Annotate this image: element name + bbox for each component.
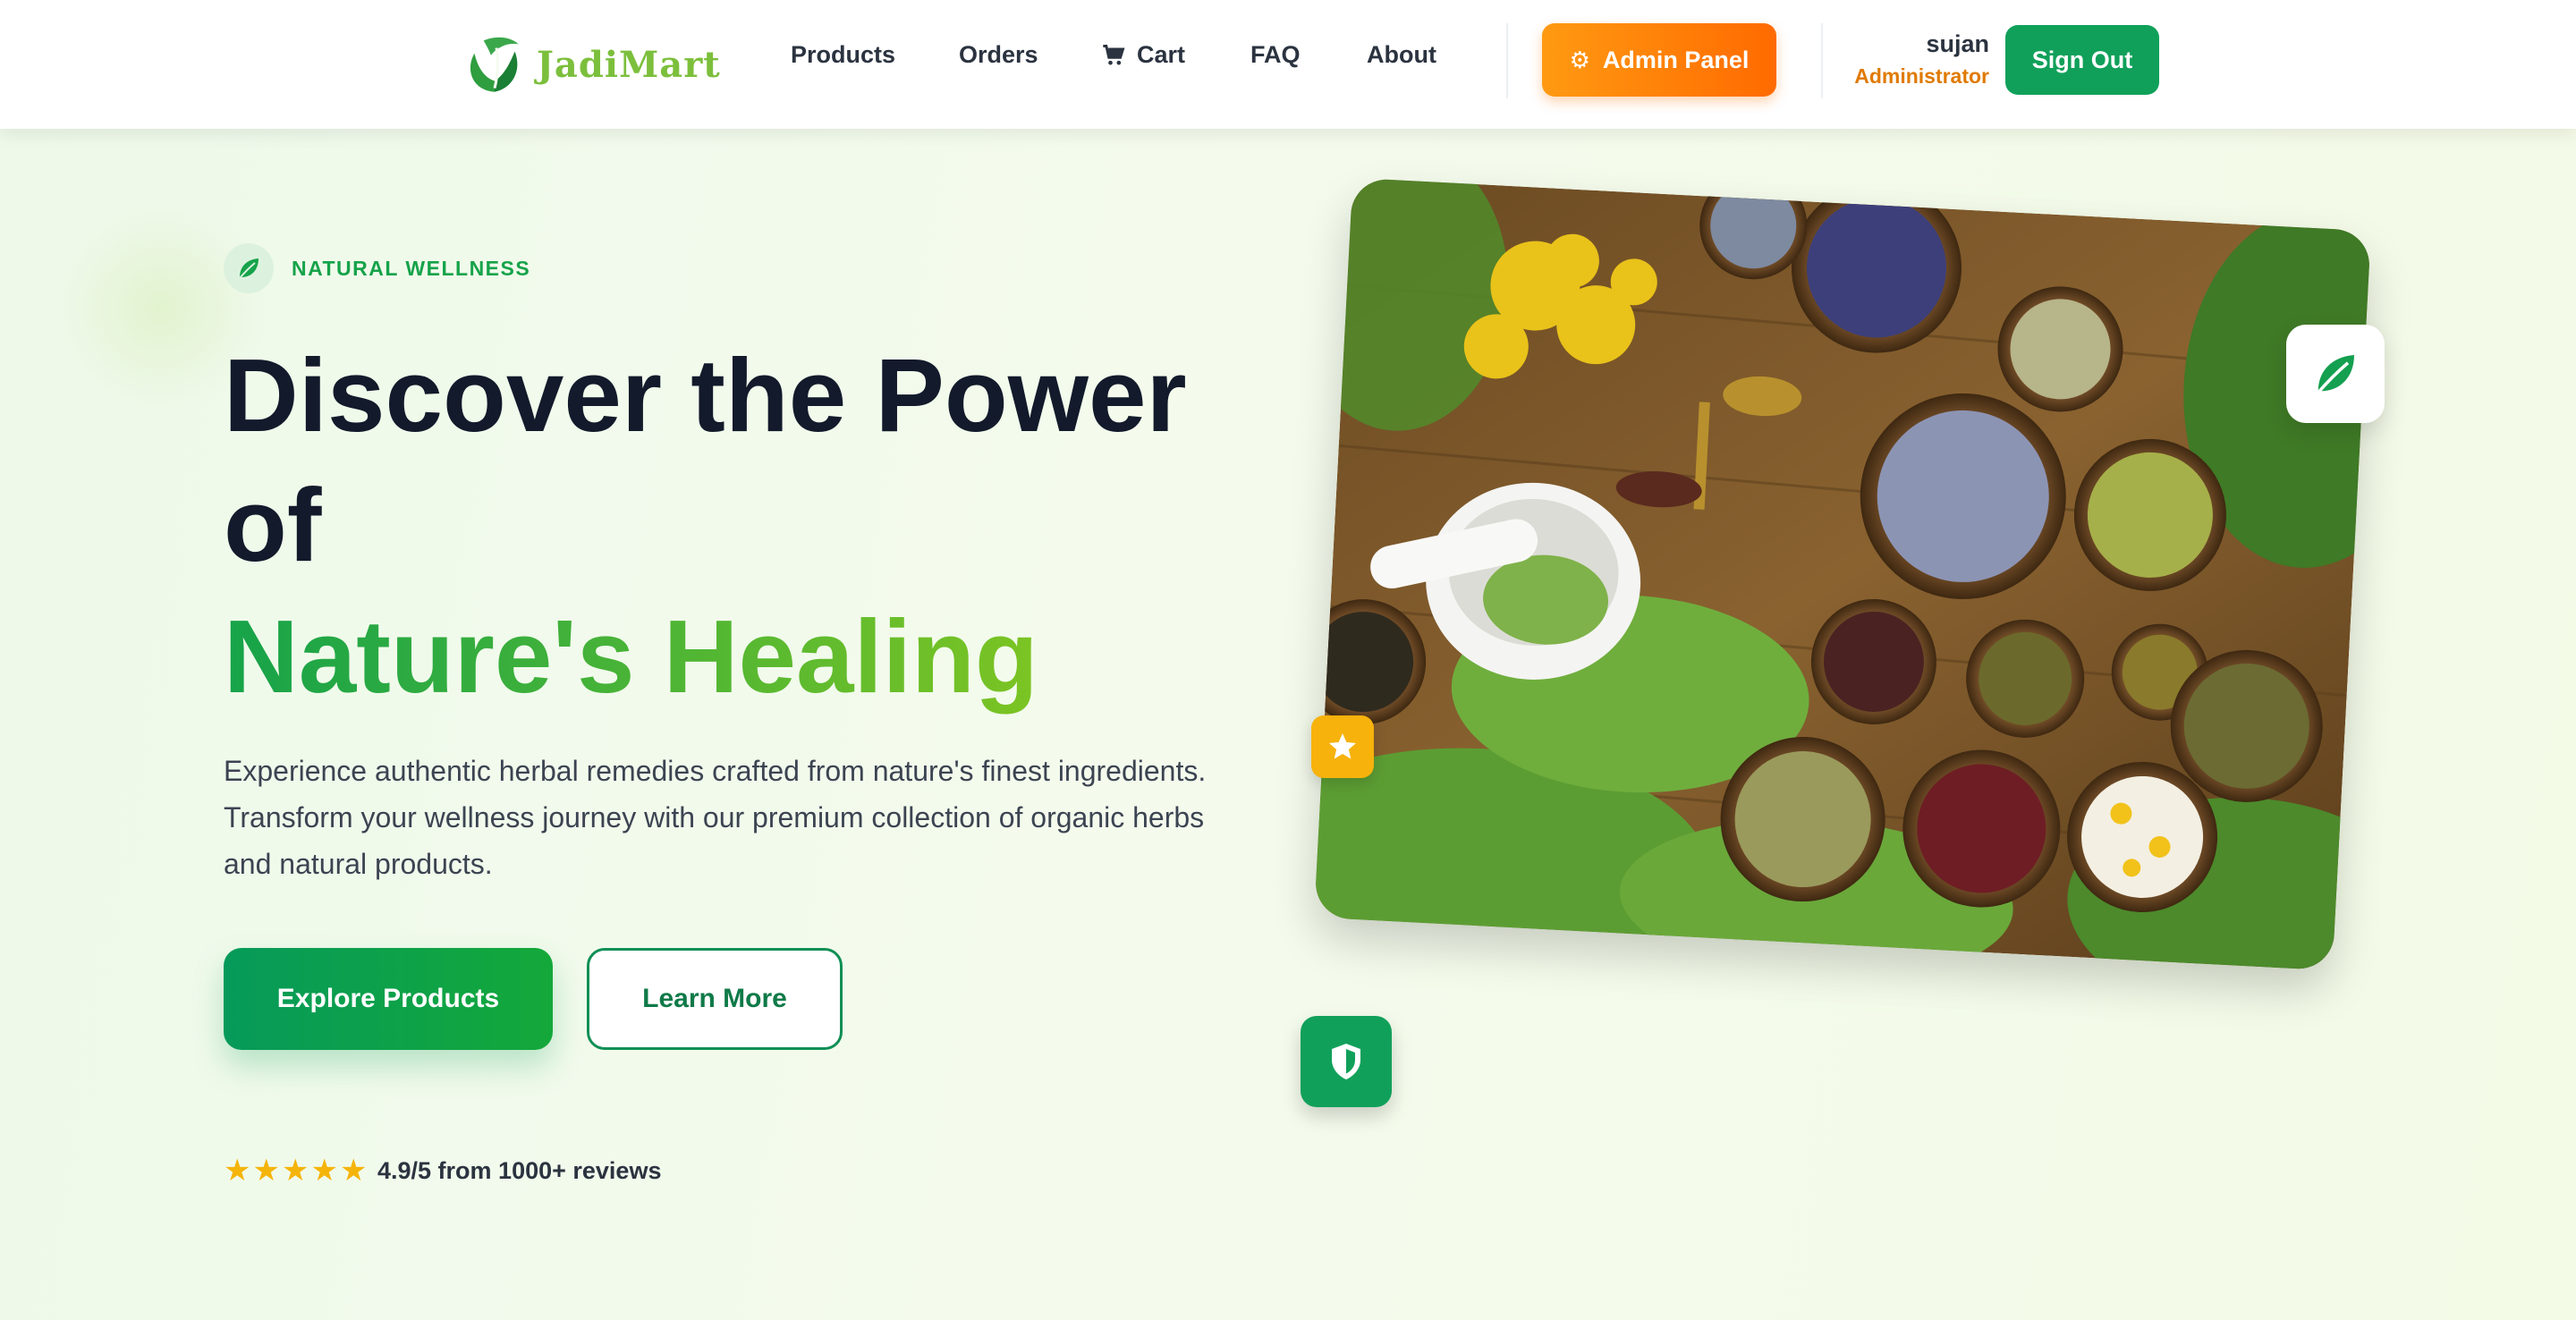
nav-orders-label: Orders	[959, 41, 1038, 68]
learn-more-button[interactable]: Learn More	[587, 948, 843, 1050]
nav-cart-label: Cart	[1137, 41, 1186, 68]
rating-stars: ★ ★ ★ ★ ★	[224, 1155, 369, 1186]
nav-products[interactable]: Products	[791, 41, 895, 69]
star-icon	[1311, 715, 1374, 778]
star-icon: ★	[281, 1154, 309, 1188]
nav-orders[interactable]: Orders	[959, 41, 1038, 69]
nav-faq-label: FAQ	[1250, 41, 1301, 68]
headline-highlight: Nature's Healing	[224, 592, 1038, 722]
shield-icon	[1301, 1016, 1392, 1107]
star-icon: ★	[224, 1154, 251, 1188]
explore-products-button[interactable]: Explore Products	[224, 948, 553, 1050]
navbar: JadiMart Products Orders Cart FAQ About …	[0, 0, 2576, 129]
star-icon: ★	[339, 1154, 368, 1188]
nav-about[interactable]: About	[1367, 41, 1436, 69]
admin-panel-button[interactable]: ⚙ Admin Panel	[1542, 23, 1776, 97]
nav-products-label: Products	[791, 41, 896, 68]
nav-divider	[1821, 23, 1823, 98]
headline-line-2: of	[224, 467, 322, 583]
herbs-image	[1314, 177, 2371, 971]
nav-faq[interactable]: FAQ	[1250, 41, 1301, 69]
leaf-icon	[2286, 325, 2385, 423]
nav-cart[interactable]: Cart	[1101, 41, 1185, 69]
admin-panel-label: Admin Panel	[1602, 46, 1750, 73]
gear-icon: ⚙	[1569, 46, 1590, 73]
nav-about-label: About	[1367, 41, 1436, 68]
user-role: Administrator	[1854, 64, 1989, 88]
explore-products-label: Explore Products	[276, 984, 500, 1013]
nav-divider	[1506, 23, 1508, 98]
cart-icon	[1103, 44, 1125, 64]
rating-text: 4.9/5 from 1000+ reviews	[377, 1157, 662, 1184]
sign-out-label: Sign Out	[2031, 46, 2133, 73]
user-name: sujan	[1926, 30, 1989, 57]
headline-line-1: Discover the Power	[224, 337, 1187, 453]
logo[interactable]: JadiMart	[458, 21, 721, 107]
star-icon: ★	[310, 1154, 338, 1188]
hero-description: Experience authentic herbal remedies cra…	[224, 755, 1207, 880]
learn-more-label: Learn More	[642, 984, 787, 1013]
herbs-illustration	[1314, 177, 2371, 971]
hero-headline: Discover the Power of	[224, 331, 1297, 590]
sign-out-button[interactable]: Sign Out	[2005, 25, 2159, 95]
hero-badge: NATURAL WELLNESS	[292, 257, 531, 280]
brand-name: JadiMart	[537, 43, 721, 86]
leaf-icon	[224, 243, 274, 293]
star-icon: ★	[252, 1154, 280, 1188]
logo-leaf-icon	[470, 37, 519, 92]
